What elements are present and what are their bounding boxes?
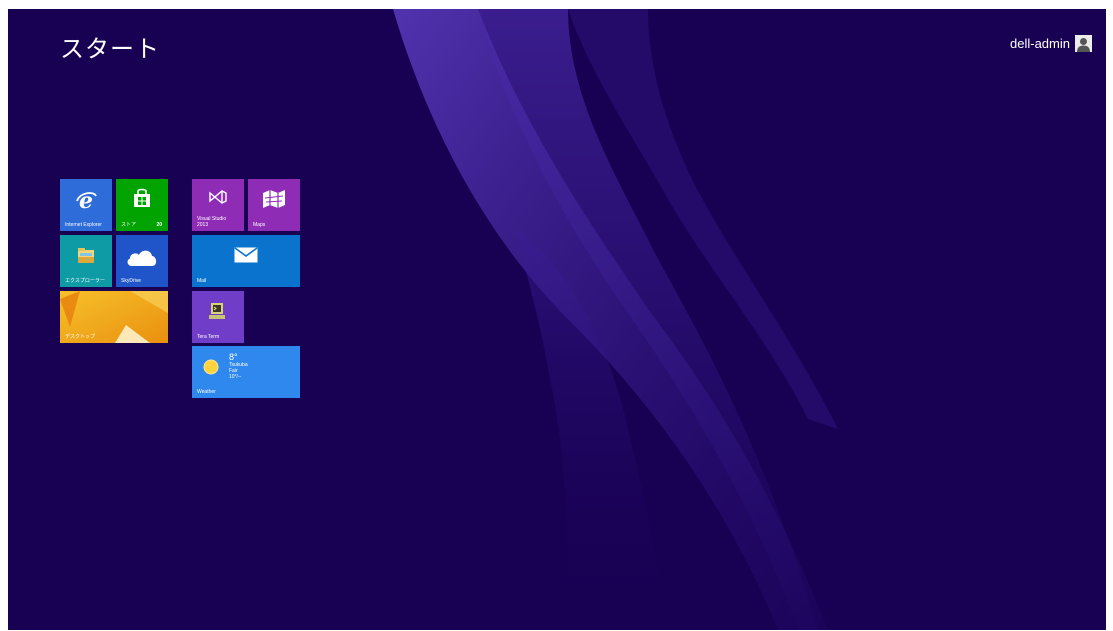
tile-weather[interactable]: 8° Tsukuba Fair 10°/-- Weather — [192, 346, 300, 398]
tile-label: ストア — [121, 222, 137, 228]
tile-internet-explorer[interactable]: e Internet Explorer — [60, 179, 112, 231]
tile-mail[interactable]: Mail — [192, 235, 300, 287]
tile-skydrive[interactable]: SkyDrive — [116, 235, 168, 287]
tile-label-line2: 2013 — [197, 222, 209, 228]
envelope-icon — [234, 247, 258, 263]
weather-range: 10°/-- — [229, 374, 242, 380]
store-bag-icon — [134, 188, 150, 207]
visual-studio-icon — [209, 190, 227, 204]
tile-label: Tera Term — [197, 334, 220, 340]
tile-file-explorer[interactable]: エクスプローラー — [60, 235, 112, 287]
tile-maps[interactable]: Maps — [248, 179, 300, 231]
weather-temperature: 8° — [229, 352, 238, 362]
cloud-icon — [127, 250, 157, 266]
tile-label: Weather — [197, 389, 216, 395]
start-title: スタート — [60, 35, 160, 63]
tile-label: Visual Studio 2013 — [197, 216, 226, 228]
svg-text:e: e — [79, 188, 93, 212]
start-screen: スタート dell-admin e Internet Explorer ストア … — [8, 9, 1106, 630]
user-avatar-icon — [1075, 35, 1092, 52]
tile-label: デスクトップ — [65, 334, 96, 340]
user-account[interactable]: dell-admin — [1010, 35, 1092, 52]
tile-label: Maps — [253, 222, 266, 228]
background-swoosh — [393, 9, 838, 630]
tile-tera-term[interactable]: Tera Term — [192, 291, 244, 343]
map-icon — [263, 190, 285, 208]
terminal-computer-icon — [209, 303, 225, 319]
store-update-badge: 20 — [156, 222, 162, 228]
tile-label: エクスプローラー — [65, 278, 105, 284]
tile-label: Internet Explorer — [65, 222, 102, 228]
tile-label: Mail — [197, 278, 207, 284]
tile-label: SkyDrive — [121, 278, 142, 284]
tile-visual-studio[interactable]: Visual Studio 2013 — [192, 179, 244, 231]
file-explorer-icon — [78, 248, 94, 263]
user-name: dell-admin — [1010, 36, 1070, 51]
tile-desktop[interactable]: デスクトップ — [60, 291, 168, 343]
internet-explorer-icon: e — [76, 188, 97, 212]
sun-icon — [203, 359, 219, 375]
tile-store[interactable]: ストア 20 — [116, 179, 168, 231]
weather-details: 8° Tsukuba Fair 10°/-- — [229, 352, 248, 380]
